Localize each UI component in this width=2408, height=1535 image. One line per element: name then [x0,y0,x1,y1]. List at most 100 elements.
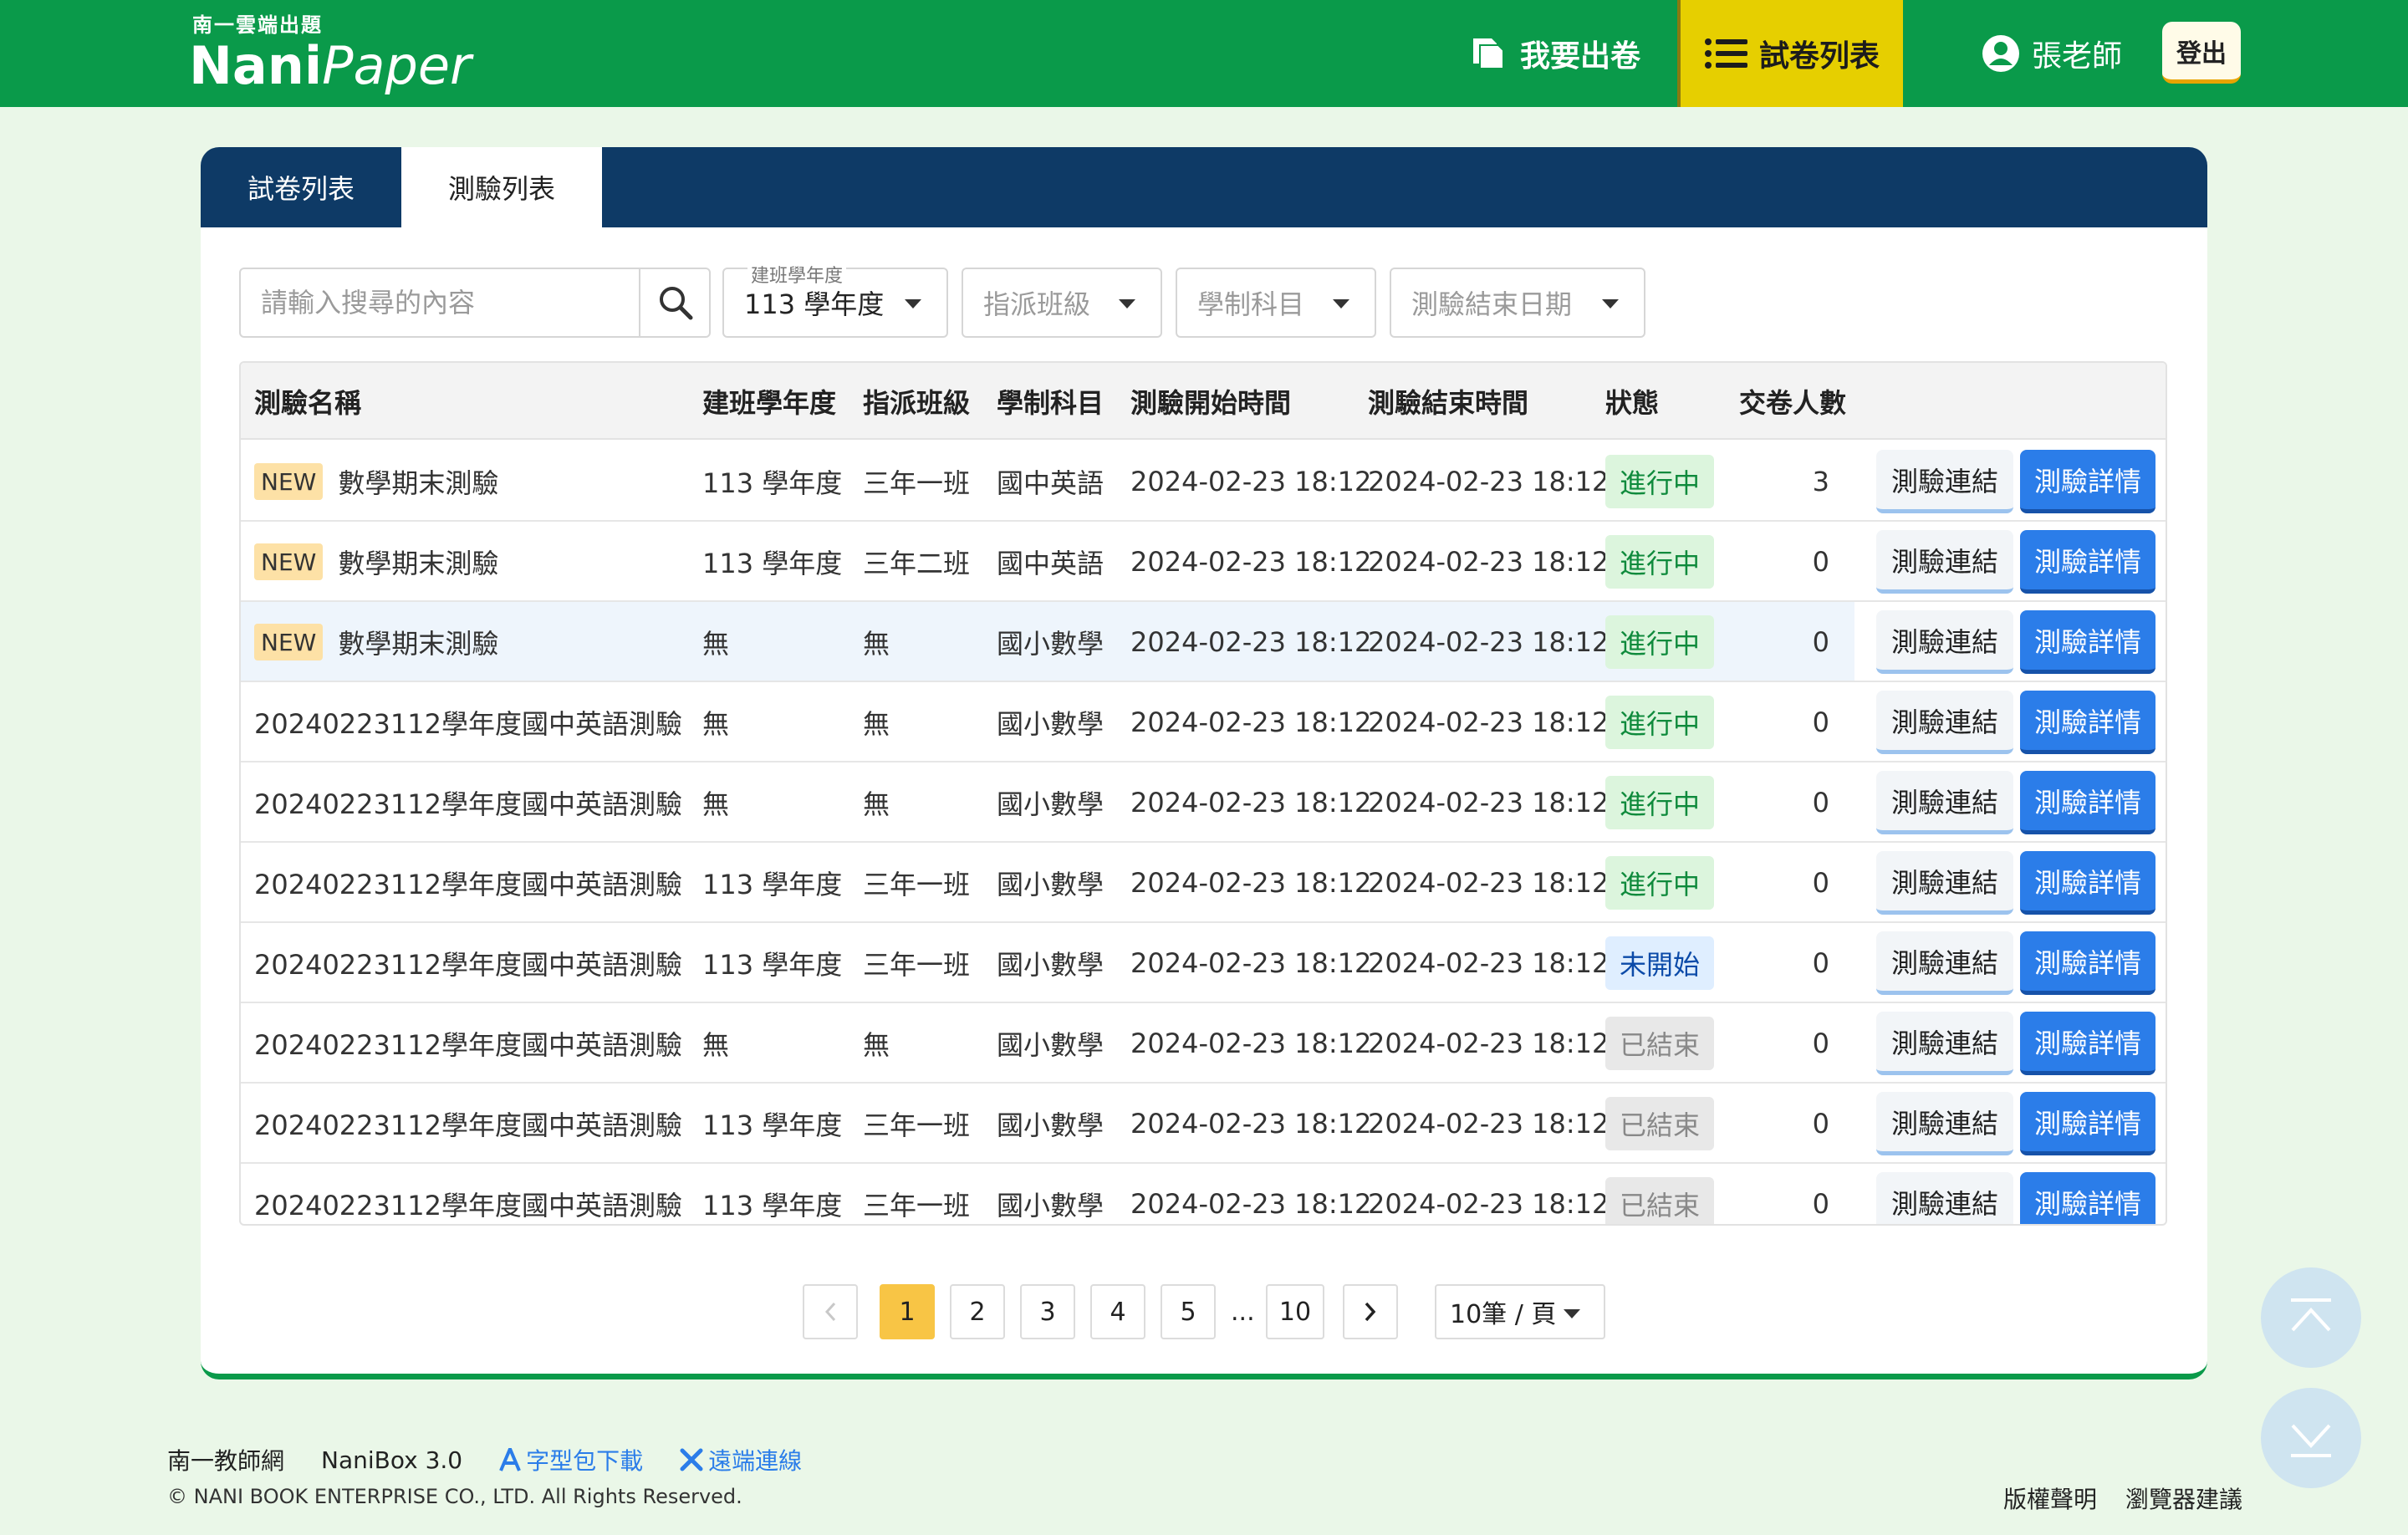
quiz-detail-button[interactable]: 測驗詳情 [2020,1092,2155,1155]
cell-start: 2024-02-23 18:12 [1130,706,1372,738]
cell-name[interactable]: 20240223112學年度國中英語測驗 [254,843,682,923]
remote-label: 遠端連線 [708,1447,803,1475]
page-5[interactable]: 5 [1161,1284,1216,1339]
footer-link-remote[interactable]: 遠端連線 [680,1443,802,1476]
quiz-detail-button[interactable]: 測驗詳情 [2020,931,2155,995]
cell-end: 2024-02-23 18:12 [1368,466,1610,497]
cell-name[interactable]: 20240223112學年度國中英語測驗 [254,1003,682,1084]
user-menu[interactable]: 張老師 [1982,0,2122,107]
nav-make-paper[interactable]: 我要出卷 [1470,0,1640,107]
quiz-link-button[interactable]: 測驗連結 [1876,610,2013,674]
footer-link-nani-teacher[interactable]: 南一教師網 [167,1443,284,1476]
quiz-detail-button[interactable]: 測驗詳情 [2020,691,2155,754]
class-select[interactable]: 指派班級 [962,268,1162,338]
cell-year: 113 學年度 [702,548,843,579]
main-card: 試卷列表 測驗列表 建班學年度 113 學年度 指派班級 學制科目 測驗結束日期 [201,147,2207,1379]
quiz-link-button[interactable]: 測驗連結 [1876,1172,2013,1224]
quiz-detail-button[interactable]: 測驗詳情 [2020,1012,2155,1075]
status-badge: 進行中 [1605,696,1714,749]
cell-submitted: 0 [1812,1028,1829,1059]
nav-paper-list[interactable]: 試卷列表 [1677,0,1903,107]
table-header: 測驗名稱 建班學年度 指派班級 學制科目 測驗開始時間 測驗結束時間 狀態 交卷… [241,363,2166,440]
page-1[interactable]: 1 [880,1284,935,1339]
page-10[interactable]: 10 [1266,1284,1324,1339]
col-year: 建班學年度 [702,387,837,419]
footer-link-nanibox[interactable]: NaniBox 3.0 [321,1446,462,1474]
year-select-label: 建班學年度 [747,261,847,288]
footer-link-font-download[interactable]: 字型包下載 [499,1443,643,1476]
scroll-top-button[interactable] [2261,1267,2361,1368]
next-page-button[interactable] [1343,1284,1398,1339]
quiz-detail-button[interactable]: 測驗詳情 [2020,1172,2155,1224]
cell-name[interactable]: NEW 數學期末測驗 [254,522,498,602]
cell-year: 113 學年度 [702,1190,843,1221]
list-icon [1704,37,1747,70]
cell-year: 無 [702,1029,730,1061]
quiz-link-button[interactable]: 測驗連結 [1876,851,2013,915]
footer-link-copyright[interactable]: 版權聲明 [2003,1481,2097,1515]
cell-subject: 國小數學 [997,949,1105,981]
cell-name[interactable]: 20240223112學年度國中英語測驗 [254,682,682,762]
quiz-link-button[interactable]: 測驗連結 [1876,1012,2013,1075]
year-select-value: 113 學年度 [744,288,885,320]
quiz-detail-button[interactable]: 測驗詳情 [2020,851,2155,915]
quiz-link-button[interactable]: 測驗連結 [1876,771,2013,834]
cell-year: 無 [702,708,730,740]
quiz-detail-button[interactable]: 測驗詳情 [2020,610,2155,674]
quiz-detail-button[interactable]: 測驗詳情 [2020,771,2155,834]
quiz-link-button[interactable]: 測驗連結 [1876,931,2013,995]
search-input[interactable] [241,269,639,336]
tab-quiz-list[interactable]: 測驗列表 [401,147,602,227]
class-select-placeholder: 指派班級 [983,288,1091,320]
subject-select[interactable]: 學制科目 [1176,268,1376,338]
page-3[interactable]: 3 [1020,1284,1075,1339]
scroll-bottom-button[interactable] [2261,1388,2361,1488]
year-select[interactable]: 建班學年度 113 學年度 [722,261,948,338]
quiz-link-button[interactable]: 測驗連結 [1876,1092,2013,1155]
cell-start: 2024-02-23 18:12 [1130,546,1372,578]
nav-list-label: 試卷列表 [1758,39,1880,74]
cell-name[interactable]: NEW 數學期末測驗 [254,602,498,682]
table-row: 20240223112學年度國中英語測驗無無國小數學 2024-02-23 18:… [241,1003,2166,1084]
prev-page-button[interactable] [803,1284,858,1339]
page-4[interactable]: 4 [1090,1284,1145,1339]
col-subject: 學制科目 [997,387,1105,419]
tools-icon [680,1448,703,1471]
table-row: 20240223112學年度國中英語測驗 113 學年度 三年一班 國小數學 2024-… [241,923,2166,1003]
status-badge: 已結束 [1605,1097,1714,1150]
user-name: 張老師 [2032,39,2123,74]
status-badge: 進行中 [1605,856,1714,910]
tab-paper-list[interactable]: 試卷列表 [201,147,401,227]
quiz-detail-button[interactable]: 測驗詳情 [2020,450,2155,513]
quiz-table: 測驗名稱 建班學年度 指派班級 學制科目 測驗開始時間 測驗結束時間 狀態 交卷… [239,361,2167,1226]
search-button[interactable] [639,269,711,336]
chevron-left-icon [823,1301,838,1323]
quiz-link-button[interactable]: 測驗連結 [1876,691,2013,754]
cell-name[interactable]: 20240223112學年度國中英語測驗 [254,1164,682,1224]
cell-status: 進行中 [1605,682,1714,762]
papers-icon [1470,37,1508,70]
cell-name[interactable]: 20240223112學年度國中英語測驗 [254,923,682,1003]
table-row: 20240223112學年度國中英語測驗 113 學年度 三年一班 國小數學 2024-… [241,843,2166,923]
page-2[interactable]: 2 [950,1284,1005,1339]
status-badge: 未開始 [1605,936,1714,990]
logout-button[interactable]: 登出 [2162,22,2241,84]
end-date-select[interactable]: 測驗結束日期 [1390,268,1645,338]
cell-name[interactable]: 20240223112學年度國中英語測驗 [254,1084,682,1164]
cell-start: 2024-02-23 18:12 [1130,867,1372,899]
cell-start: 2024-02-23 18:12 [1130,466,1372,497]
cell-name[interactable]: 20240223112學年度國中英語測驗 [254,762,682,843]
cell-class: 三年二班 [863,548,971,579]
quiz-name: 20240223112學年度國中英語測驗 [254,949,682,981]
quiz-link-button[interactable]: 測驗連結 [1876,530,2013,594]
cell-name[interactable]: NEW 數學期末測驗 [254,441,498,522]
brand-subtitle: 南一雲端出題 [192,13,323,37]
quiz-detail-button[interactable]: 測驗詳情 [2020,530,2155,594]
user-circle-icon [1982,34,2020,73]
page-size-select[interactable]: 10筆 / 頁 [1435,1284,1605,1339]
footer-link-browser[interactable]: 瀏覽器建議 [2125,1481,2242,1515]
quiz-name: 20240223112學年度國中英語測驗 [254,1109,682,1141]
cell-year: 113 學年度 [702,1109,843,1141]
quiz-link-button[interactable]: 測驗連結 [1876,450,2013,513]
brand-logo[interactable]: NaniPaper [189,35,472,96]
